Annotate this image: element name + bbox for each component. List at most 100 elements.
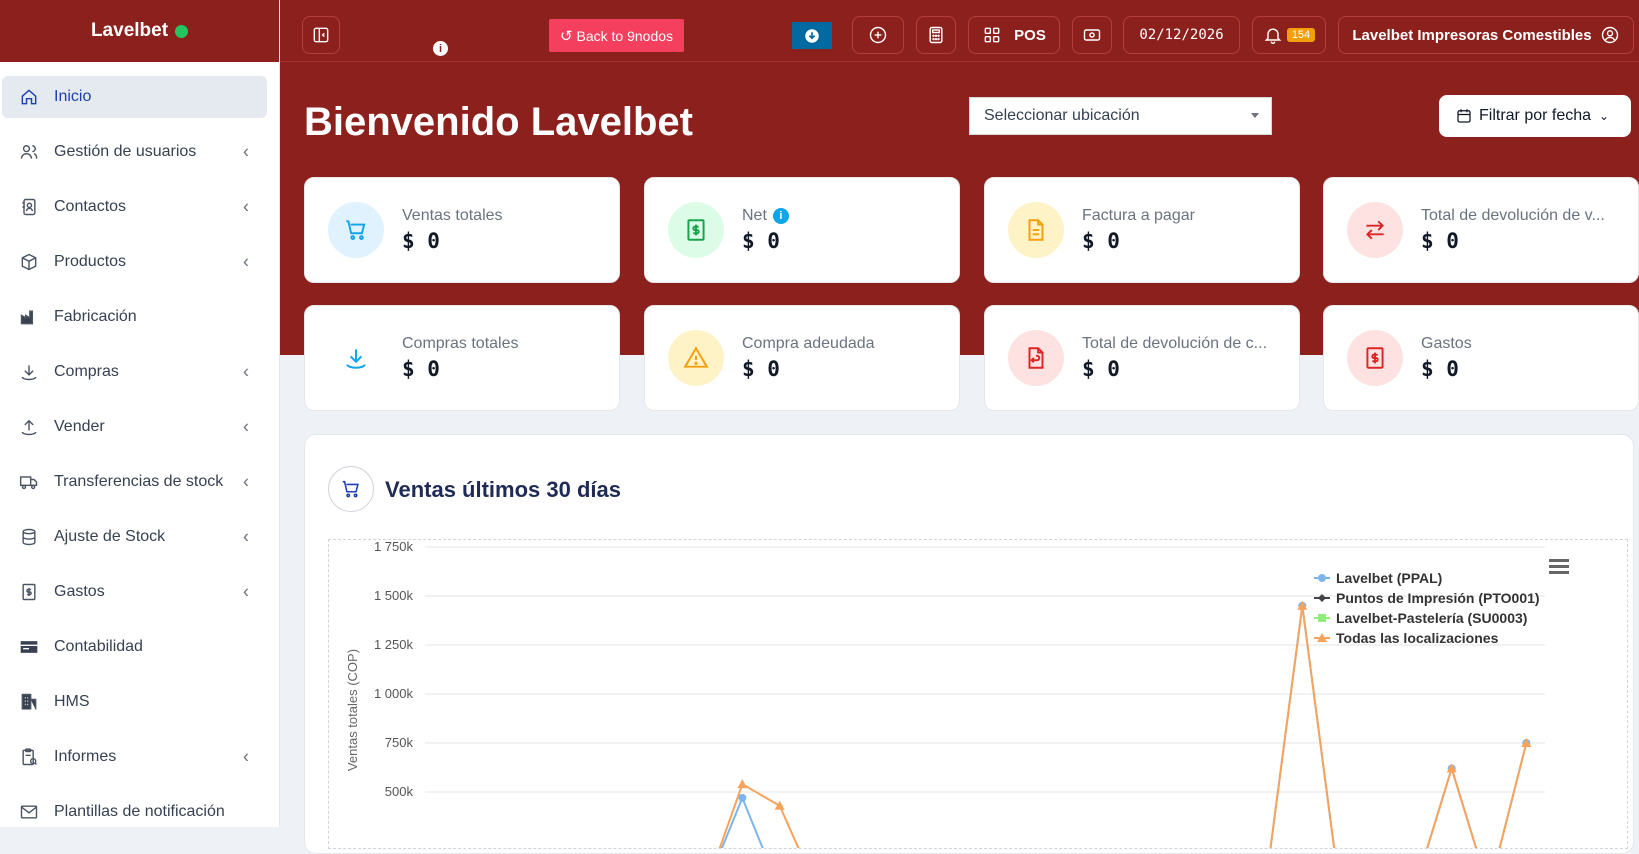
stat-label: Compras totales	[402, 335, 519, 352]
info-icon[interactable]: i	[772, 208, 789, 224]
download-button[interactable]	[792, 22, 832, 49]
sidebar-item-vender[interactable]: Vender ‹	[0, 399, 279, 454]
report-icon	[18, 746, 40, 768]
sidebar-item-hms[interactable]: HMS	[0, 674, 279, 729]
y-tick-label: 1 000k	[374, 686, 414, 701]
info-icon[interactable]: i	[433, 41, 448, 56]
sidebar-item-transferencias-de-stock[interactable]: Transferencias de stock ‹	[0, 454, 279, 509]
sidebar-item-label: Compras	[54, 362, 119, 380]
business-name: Lavelbet Impresoras Comestibles	[1352, 26, 1592, 44]
stat-card[interactable]: Ventas totales $ 0	[304, 177, 620, 283]
sidebar-item-label: Gestión de usuarios	[54, 142, 197, 160]
sidebar-item-fabricacion[interactable]: Fabricación	[0, 289, 279, 344]
sidebar-item-contabilidad[interactable]: Contabilidad	[0, 619, 279, 674]
location-select[interactable]: Seleccionar ubicación	[969, 97, 1272, 135]
stat-card[interactable]: Net i $ 0	[644, 177, 960, 283]
sidebar-item-gestion-de-usuarios[interactable]: Gestión de usuarios ‹	[0, 124, 279, 179]
legend-label: Todas las localizaciones	[1336, 630, 1499, 646]
sidebar-item-label: Fabricación	[54, 307, 137, 325]
back-label: Back to 9nodos	[576, 27, 674, 44]
y-axis-label: Ventas totales (COP)	[345, 649, 360, 771]
y-tick-label: 1 250k	[374, 637, 414, 652]
stat-value: $ 0	[742, 357, 780, 381]
stat-label: Total de devolución de c...	[1082, 335, 1268, 352]
sidebar-item-inicio[interactable]: Inicio	[2, 76, 267, 118]
legend-label: Lavelbet (PPAL)	[1336, 570, 1442, 586]
sidebar-item-compras[interactable]: Compras ‹	[0, 344, 279, 399]
swap-icon	[1347, 202, 1403, 258]
factory-icon	[18, 306, 40, 328]
y-tick-label: 750k	[385, 735, 414, 750]
stat-label: Gastos	[1421, 335, 1472, 352]
chart-menu-icon[interactable]	[1549, 559, 1569, 574]
pos-button[interactable]: POS	[968, 16, 1060, 54]
chevron-down-icon: ⌄	[1599, 109, 1610, 123]
notifications-button[interactable]: 154	[1252, 16, 1326, 54]
sidebar-item-label: HMS	[54, 692, 90, 710]
sidebar-item-ajuste-de-stock[interactable]: Ajuste de Stock ‹	[0, 509, 279, 564]
caret-down-icon	[1251, 113, 1259, 118]
sidebar-item-plantillas-de-notificacion[interactable]: Plantillas de notificación	[0, 784, 279, 839]
date-filter-button[interactable]: Filtrar por fecha ⌄	[1439, 95, 1631, 137]
cash-icon	[1083, 29, 1101, 41]
stat-label: Ventas totales	[402, 207, 503, 224]
stat-value: $ 0	[742, 229, 780, 253]
status-dot-icon	[175, 24, 189, 38]
chevron-left-icon: ‹	[243, 746, 249, 766]
legend-label: Puntos de Impresión (PTO001)	[1336, 590, 1540, 606]
stat-card[interactable]: Compra adeudada $ 0	[644, 305, 960, 411]
sidebar-item-label: Contabilidad	[54, 637, 143, 655]
sidebar-item-gastos[interactable]: Gastos ‹	[0, 564, 279, 619]
stat-value: $ 0	[1421, 357, 1459, 381]
chevron-left-icon: ‹	[243, 526, 249, 546]
location-placeholder: Seleccionar ubicación	[984, 107, 1140, 124]
back-button[interactable]: ↺ Back to 9nodos	[549, 19, 684, 52]
brand[interactable]: Lavelbet	[0, 0, 279, 62]
add-button[interactable]	[852, 16, 904, 54]
notification-badge: 154	[1286, 28, 1316, 42]
sidebar-item-label: Vender	[54, 417, 105, 435]
mail-icon	[18, 801, 40, 823]
stat-label: Compra adeudada	[742, 335, 875, 352]
sidebar-item-label: Contactos	[54, 197, 127, 215]
stat-label: Total de devolución de v...	[1421, 207, 1605, 224]
sidebar-toggle-button[interactable]	[302, 16, 340, 54]
sidebar: Lavelbet Inicio Gestión de usuarios ‹ Con…	[0, 0, 280, 827]
chart-area: 1 750k 1 500k 1 250k 1 000k 750k 500k Ventas t…	[328, 539, 1628, 854]
y-tick-label: 500k	[385, 784, 414, 799]
back-icon: ↺	[559, 27, 573, 45]
stat-card[interactable]: Compras totales $ 0	[304, 305, 620, 411]
stat-card[interactable]: Gastos $ 0	[1323, 305, 1639, 411]
chart-title: Ventas últimos 30 días	[385, 477, 621, 502]
stat-value: $ 0	[1082, 357, 1120, 381]
sidebar-item-informes[interactable]: Informes ‹	[0, 729, 279, 784]
menu-bar	[1549, 571, 1569, 574]
download-icon	[18, 361, 40, 383]
stat-card[interactable]: Total de devolución de c... $ 0	[984, 305, 1300, 411]
box-icon	[18, 251, 40, 273]
cash-button[interactable]	[1072, 16, 1112, 54]
chevron-left-icon: ‹	[243, 581, 249, 601]
calculator-button[interactable]	[916, 16, 956, 54]
date-label: 02/12/2026	[1139, 27, 1224, 43]
contacts-icon	[18, 196, 40, 218]
sidebar-item-label: Informes	[54, 747, 117, 765]
stat-value: $ 0	[1421, 229, 1459, 253]
stat-card[interactable]: Total de devolución de v... $ 0	[1323, 177, 1639, 283]
stat-label: Net i	[742, 207, 789, 225]
stat-value: $ 0	[402, 229, 440, 253]
grid-icon	[984, 27, 1000, 43]
data-point	[737, 779, 748, 789]
stat-card[interactable]: Factura a pagar $ 0	[984, 177, 1300, 283]
receipt-icon	[18, 581, 40, 603]
date-filter-label: Filtrar por fecha	[1479, 107, 1592, 124]
y-tick-label: 1 500k	[374, 588, 414, 603]
sidebar-item-contactos[interactable]: Contactos ‹	[0, 179, 279, 234]
legend-marker	[1318, 614, 1326, 622]
return-icon	[1008, 330, 1064, 386]
sidebar-item-productos[interactable]: Productos ‹	[0, 234, 279, 289]
date-display[interactable]: 02/12/2026	[1123, 16, 1240, 54]
user-menu-button[interactable]: Lavelbet Impresoras Comestibles	[1338, 16, 1634, 54]
sidebar-item-label: Ajuste de Stock	[54, 527, 166, 545]
sales-chart: 1 750k 1 500k 1 250k 1 000k 750k 500k Ventas t…	[345, 539, 1569, 854]
